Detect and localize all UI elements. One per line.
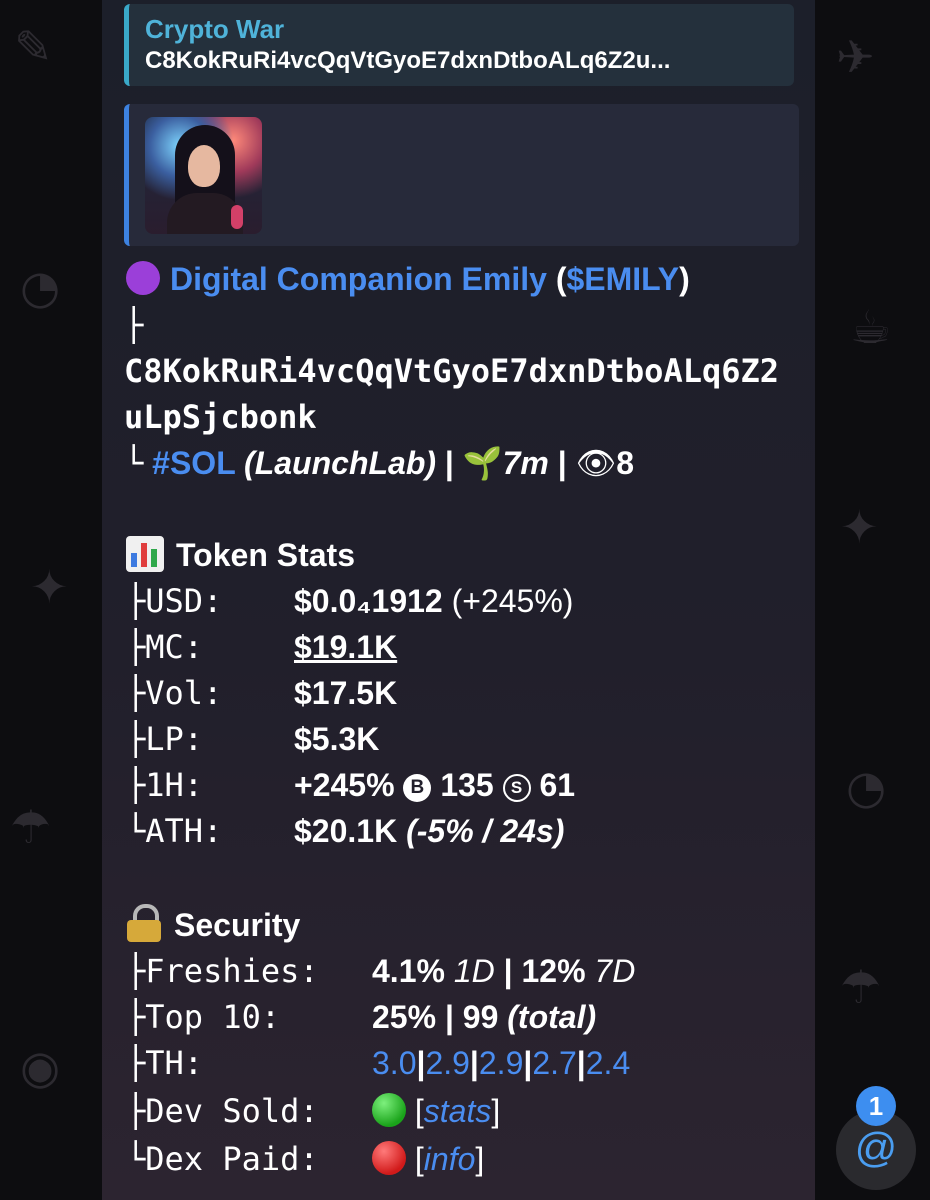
- th-link[interactable]: 2.7: [532, 1045, 576, 1081]
- token-stats-heading: Token Stats: [126, 532, 355, 578]
- red-circle-icon: [372, 1141, 406, 1175]
- sells-count: 61: [539, 767, 576, 803]
- freshies-1d: 4.1%: [372, 953, 445, 989]
- stat-1h: ├1H: +245% B 135 S 61: [126, 762, 575, 808]
- lp-label: ├LP:: [126, 720, 204, 758]
- doodle-icon: ✦: [840, 500, 879, 554]
- th-link[interactable]: 3.0: [372, 1045, 416, 1081]
- eye-icon: 👁: [575, 444, 617, 482]
- usd-change: (+245%): [451, 583, 574, 619]
- token-age: 7m: [502, 445, 549, 481]
- preview-thumbnail[interactable]: [145, 117, 262, 234]
- doodle-icon: ☕: [850, 300, 892, 354]
- usd-label: ├USD:: [126, 582, 223, 620]
- sec-dex-paid: └Dex Paid: [info]: [126, 1136, 484, 1182]
- at-icon: @: [854, 1124, 898, 1171]
- launch-platform: (LaunchLab): [244, 445, 437, 481]
- stat-usd: ├USD: $0.0₄1912 (+245%): [126, 578, 573, 624]
- stat-lp: ├LP: $5.3K: [126, 716, 379, 762]
- top10-pct: 25%: [372, 999, 437, 1035]
- view-count: 8: [616, 445, 635, 481]
- doodle-icon: ☂: [840, 960, 882, 1014]
- link-preview[interactable]: [124, 104, 799, 246]
- th-link[interactable]: 2.9: [425, 1045, 469, 1081]
- freshies-label: ├Freshies:: [126, 952, 319, 990]
- vol-value: $17.5K: [294, 675, 398, 711]
- lp-value: $5.3K: [294, 721, 380, 757]
- doodle-icon: ◉: [20, 1040, 61, 1094]
- freshies-7d: 12%: [521, 953, 586, 989]
- separator: |: [557, 445, 567, 481]
- lock-icon: [126, 904, 162, 942]
- bar-chart-icon: [126, 536, 164, 572]
- stats-link[interactable]: stats: [424, 1093, 492, 1129]
- top10-total: 99: [462, 999, 499, 1035]
- ath-label: └ATH:: [126, 812, 223, 850]
- mc-label: ├MC:: [126, 628, 204, 666]
- separator: |: [444, 999, 454, 1035]
- info-link[interactable]: info: [424, 1141, 476, 1177]
- doodle-icon: ☂: [10, 800, 52, 854]
- security-title: Security: [174, 907, 301, 943]
- purple-circle-icon: [126, 261, 160, 295]
- sec-freshies: ├Freshies: 4.1% 1D | 12% 7D: [126, 948, 635, 994]
- doodle-icon: ✦: [30, 560, 69, 614]
- freshies-7d-unit: 7D: [594, 953, 636, 989]
- top10-label: ├Top 10:: [126, 998, 281, 1036]
- th-link[interactable]: 2.9: [479, 1045, 523, 1081]
- ath-value: $20.1K: [294, 813, 398, 849]
- mc-value-link[interactable]: $19.1K: [294, 629, 397, 665]
- doodle-icon: ✎: [14, 20, 53, 74]
- doodle-icon: ◔: [20, 260, 61, 314]
- token-name-link[interactable]: Digital Companion Emily: [170, 261, 547, 297]
- sec-top10: ├Top 10: 25% | 99 (total): [126, 994, 596, 1040]
- token-stats-title: Token Stats: [176, 537, 355, 573]
- reply-text: C8KokRuRi4vcQqVtGyoE7dxnDtboALq6Z2u...: [145, 47, 671, 74]
- token-title: Digital Companion Emily ($EMILY): [126, 256, 690, 302]
- buys-icon: B: [403, 774, 432, 802]
- buys-count: 135: [440, 767, 494, 803]
- ath-note: (-5% / 24s): [406, 813, 565, 849]
- sells-icon: S: [502, 774, 531, 802]
- separator: |: [444, 445, 454, 481]
- dex-paid-label: └Dex Paid:: [126, 1140, 319, 1178]
- h1-label: ├1H:: [126, 766, 204, 804]
- top10-note: (total): [507, 999, 597, 1035]
- sec-dev-sold: ├Dev Sold: [stats]: [126, 1088, 500, 1134]
- chain-hashtag[interactable]: #SOL: [152, 445, 235, 481]
- reply-author: Crypto War: [145, 14, 285, 44]
- reply-quote[interactable]: Crypto War C8KokRuRi4vcQqVtGyoE7dxnDtboA…: [124, 4, 794, 86]
- stat-ath: └ATH: $20.1K (-5% / 24s): [126, 808, 564, 854]
- usd-value: $0.0₄1912: [294, 583, 443, 619]
- contract-address-line1[interactable]: C8KokRuRi4vcQqVtGyoE7dxnDtboALq6Z2: [124, 348, 779, 394]
- sec-th: ├TH: 3.0|2.9|2.9|2.7|2.4: [126, 1040, 630, 1086]
- token-meta-line: └ #SOL (LaunchLab) | 🌱7m | 👁8: [124, 440, 634, 486]
- freshies-1d-unit: 1D: [453, 953, 495, 989]
- seedling-icon: 🌱: [462, 444, 503, 482]
- th-link[interactable]: 2.4: [586, 1045, 630, 1081]
- stat-vol: ├Vol: $17.5K: [126, 670, 397, 716]
- mention-badge: 1: [856, 1086, 896, 1126]
- h1-change: +245%: [294, 767, 395, 803]
- green-circle-icon: [372, 1093, 406, 1127]
- th-label: ├TH:: [126, 1044, 204, 1082]
- tree-branch: ├: [124, 306, 144, 344]
- tree-end: └: [124, 444, 144, 482]
- message-bubble: Crypto War C8KokRuRi4vcQqVtGyoE7dxnDtboA…: [102, 0, 815, 1200]
- vol-label: ├Vol:: [126, 674, 223, 712]
- doodle-icon: ✈: [836, 30, 875, 84]
- doodle-icon: ◔: [846, 760, 887, 814]
- contract-address-line2[interactable]: uLpSjcbonk: [124, 394, 317, 440]
- security-heading: Security: [126, 902, 300, 948]
- stat-mc: ├MC: $19.1K: [126, 624, 397, 670]
- paren-close: ): [679, 261, 690, 297]
- token-ticker-link[interactable]: $EMILY: [566, 261, 679, 297]
- paren-open: (: [555, 261, 567, 297]
- separator: |: [503, 953, 513, 989]
- dev-sold-label: ├Dev Sold:: [126, 1092, 319, 1130]
